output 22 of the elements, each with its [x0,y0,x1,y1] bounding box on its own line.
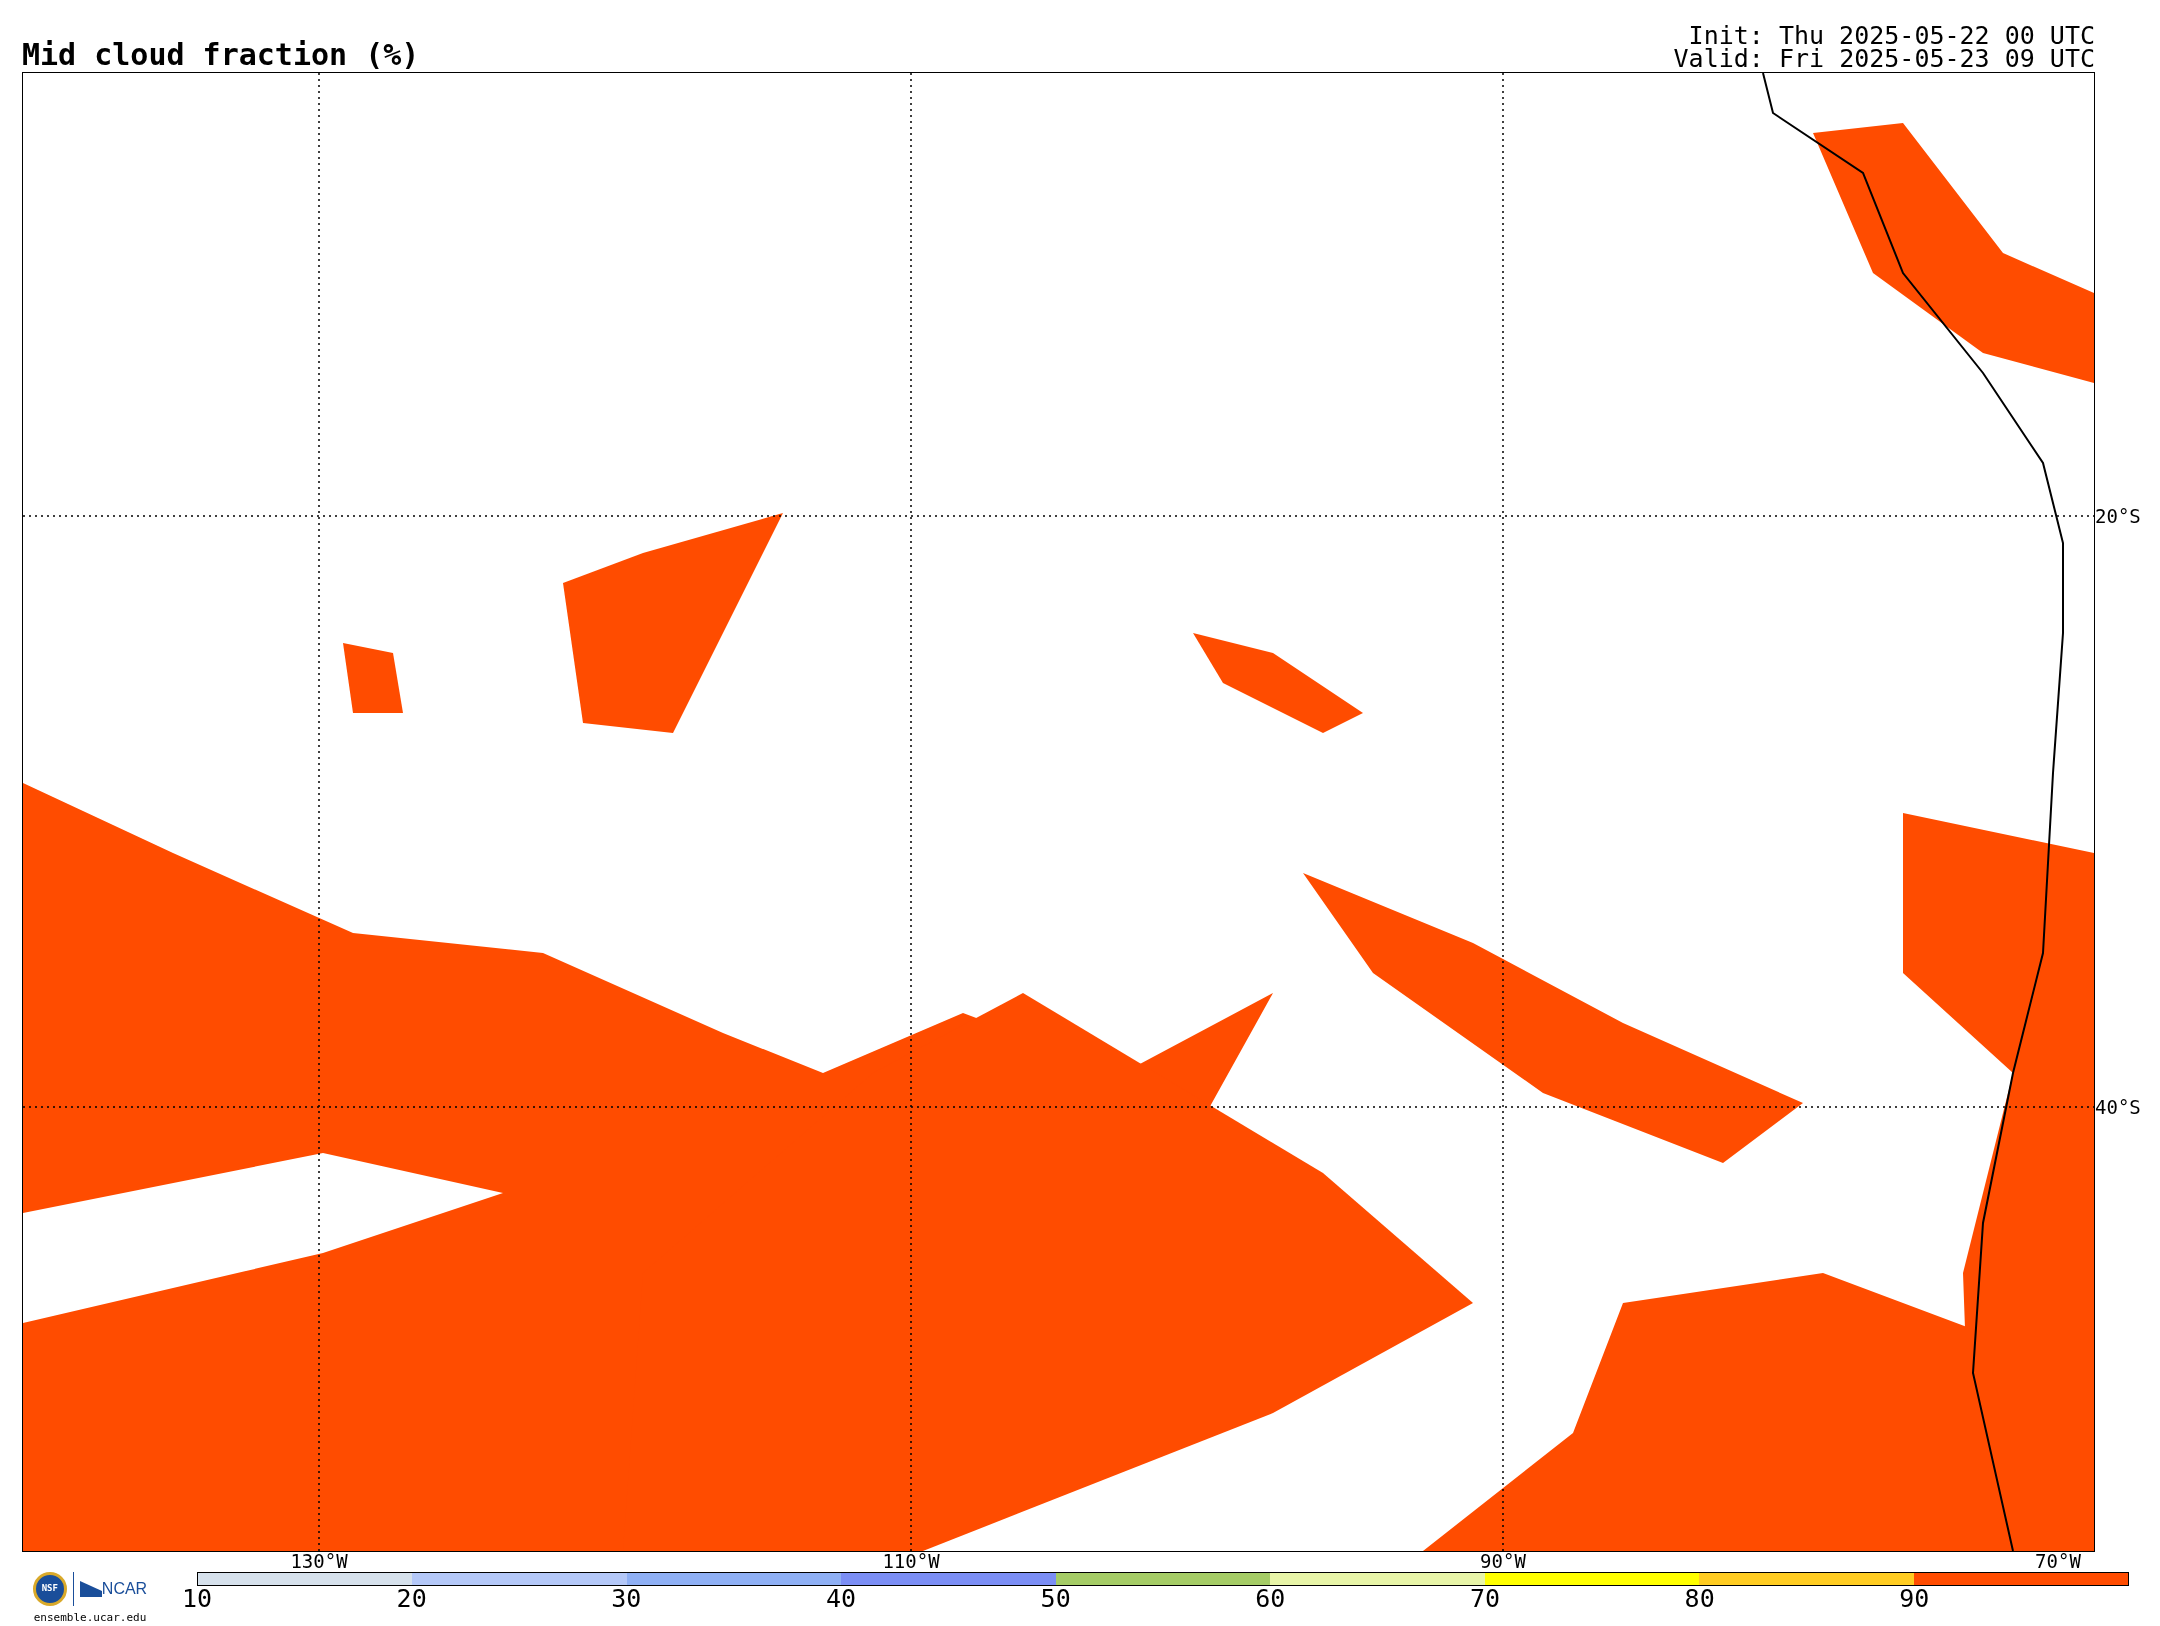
longitude-label: 90°W [1480,1551,1526,1571]
latitude-label: 20°S [2095,506,2141,525]
colorbar-tick-label: 70 [1469,1585,1501,1611]
latitude-label: 40°S [2095,1097,2141,1116]
nsf-logo: NSF [32,1571,67,1606]
colorbar-tick-label: 60 [1255,1585,1286,1611]
chart-title: Mid cloud fraction (%) [22,39,420,70]
ncar-wordmark: NCAR [101,1578,148,1599]
colorbar-tick-label: 80 [1684,1585,1715,1611]
longitude-label: 70°W [2035,1551,2081,1571]
website-label: ensemble.ucar.edu [33,1609,147,1626]
longitude-label: 110°W [882,1551,940,1571]
colorbar-tick-label: 30 [611,1585,642,1611]
valid-time: Valid: Fri 2025-05-23 09 UTC [1673,46,2095,70]
ncar-logo-icon [79,1580,102,1597]
colorbar-tick-label: 10 [181,1585,213,1611]
colorbar-tick-label: 50 [1040,1585,1071,1611]
init-time: Init: Thu 2025-05-22 00 UTC [1688,23,2095,47]
colorbar-tick-label: 40 [825,1585,857,1611]
colorbar-tick-label: 90 [1899,1585,1930,1611]
colorbar-tick-label: 20 [396,1585,427,1611]
longitude-label: 130°W [290,1551,348,1571]
